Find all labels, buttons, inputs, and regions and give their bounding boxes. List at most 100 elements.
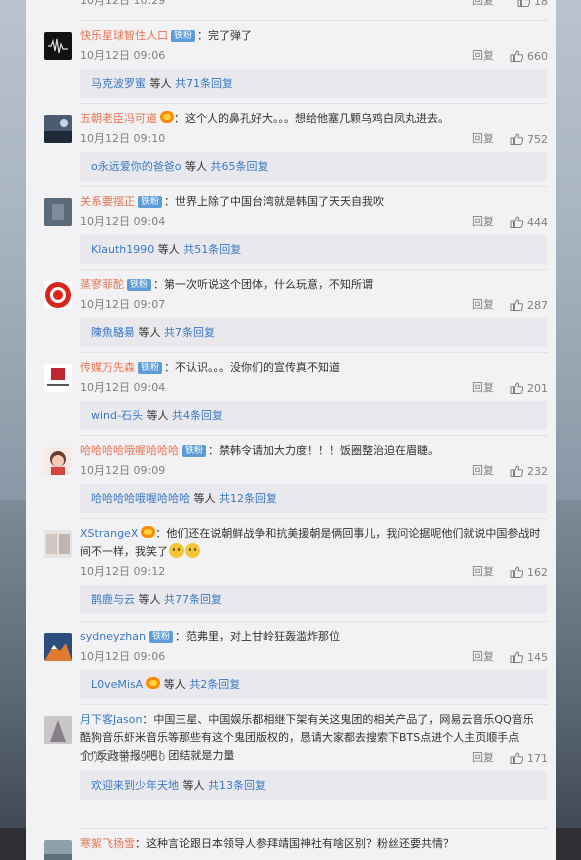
like-count: 145 — [527, 650, 548, 664]
sub-reply-total-link[interactable]: 共51条回复 — [183, 243, 241, 256]
avatar[interactable] — [44, 198, 72, 226]
like-button[interactable]: 201 — [510, 380, 548, 396]
sub-reply-total-link[interactable]: 共77条回复 — [164, 593, 222, 606]
reply-button[interactable]: 回复 — [472, 0, 494, 9]
sub-reply-username[interactable]: 欢迎来到少年天地 — [91, 779, 179, 792]
like-button[interactable]: 232 — [510, 463, 548, 479]
sub-replies-box[interactable]: 哈哈哈哈哦喔哈哈哈 等人 共12条回复 — [80, 484, 547, 513]
sub-reply-username[interactable]: 马克波罗蜜 — [91, 77, 146, 90]
sub-reply-username[interactable]: wind-石头 — [91, 409, 143, 422]
sub-reply-total-link[interactable]: 共2条回复 — [189, 678, 240, 691]
sub-replies-box[interactable]: 陳魚駱昜 等人 共7条回复 — [80, 318, 547, 347]
comment-username[interactable]: 哈哈哈哈哦喔哈哈哈 — [80, 444, 179, 457]
comment-username[interactable]: 月下客Jason — [80, 713, 142, 726]
sub-reply-middle: 等人 — [146, 77, 175, 90]
comment-username[interactable]: 蒸寥菲酡 — [80, 278, 124, 291]
reply-button[interactable]: 回复 — [472, 649, 494, 665]
sub-replies-box[interactable]: L0veMisA 等人 共2条回复 — [80, 670, 547, 699]
comment-username[interactable]: 寒絮飞扬雪 — [80, 837, 135, 850]
thumbs-up-icon — [510, 752, 523, 764]
sub-reply-total-link[interactable]: 共12条回复 — [219, 492, 277, 505]
fan-badge: 铁粉 — [148, 631, 173, 643]
avatar[interactable] — [44, 281, 72, 309]
like-button[interactable]: 162 — [510, 564, 548, 580]
sub-reply-username[interactable]: Klauth1990 — [91, 243, 154, 256]
avatar[interactable] — [44, 115, 72, 143]
comment-body: 关系要摆正 铁粉 ：世界上除了中国台湾就是韩国了天天自我吹 — [80, 193, 544, 211]
sub-replies-box[interactable]: 马克波罗蜜 等人 共71条回复 — [80, 69, 547, 98]
thumbs-up-icon — [510, 566, 523, 578]
reply-button[interactable]: 回复 — [472, 131, 494, 147]
like-button[interactable]: 752 — [510, 131, 548, 147]
reply-button[interactable]: 回复 — [472, 48, 494, 64]
sub-replies-box[interactable]: o永远爱你的爸爸o 等人 共65条回复 — [80, 152, 547, 181]
comment-username[interactable]: 五朝老臣冯可道 — [80, 112, 157, 125]
like-button[interactable]: 18 — [517, 0, 548, 9]
comment-text: ：这个人的鼻孔好大。。。想给他塞几颗乌鸡白凤丸进去。 — [174, 112, 449, 125]
sub-reply-total-link[interactable]: 共4条回复 — [172, 409, 223, 422]
like-button[interactable]: 171 — [510, 750, 548, 766]
avatar[interactable] — [44, 633, 72, 661]
comment-body: 五朝老臣冯可道 ：这个人的鼻孔好大。。。想给他塞几颗乌鸡白凤丸进去。 — [80, 110, 544, 128]
avatar[interactable] — [44, 716, 72, 744]
comment-divider — [79, 518, 548, 519]
comment-date: 10月12日 09:09 — [80, 464, 166, 477]
sub-reply-username[interactable]: 陳魚駱昜 — [91, 326, 135, 339]
comment-text: ：完了弹了 — [197, 29, 253, 42]
sub-replies-box[interactable]: wind-石头 等人 共4条回复 — [80, 401, 547, 430]
sub-reply-username[interactable]: o永远爱你的爸爸o — [91, 160, 181, 173]
vip-badge-icon — [146, 677, 161, 689]
comment-body: 哈哈哈哈哦喔哈哈哈 铁粉 ：禁韩令请加大力度！！！饭圈整治迫在眉睫。 — [80, 442, 544, 460]
sub-reply-middle: 等人 — [179, 779, 208, 792]
like-count: 232 — [527, 464, 548, 478]
avatar[interactable] — [44, 364, 72, 392]
sub-reply-username[interactable]: L0veMisA — [91, 678, 143, 691]
sub-replies-box[interactable]: 欢迎来到少年天地 等人 共13条回复 — [80, 771, 547, 800]
comment-username[interactable]: sydneyzhan — [80, 630, 146, 643]
like-button[interactable]: 660 — [510, 48, 548, 64]
like-count: 201 — [527, 381, 548, 395]
avatar[interactable] — [44, 530, 72, 558]
comment-username[interactable]: 快乐星球智住人口 — [80, 29, 168, 42]
comment-username[interactable]: 传媒万先森 — [80, 361, 135, 374]
sub-reply-username[interactable]: 哈哈哈哈哦喔哈哈哈 — [91, 492, 190, 505]
thumbs-up-icon — [510, 465, 523, 477]
sub-replies-box[interactable]: Klauth1990 等人 共51条回复 — [80, 235, 547, 264]
laugh-emoji-icon — [185, 543, 200, 558]
comment-divider — [79, 186, 548, 187]
avatar[interactable] — [44, 32, 72, 60]
reply-button[interactable]: 回复 — [472, 380, 494, 396]
comment-text: ：不认识。。。没你们的宣传真不知道 — [164, 361, 341, 374]
sub-reply-total-link[interactable]: 共65条回复 — [210, 160, 268, 173]
like-button[interactable]: 145 — [510, 649, 548, 665]
like-count: 660 — [527, 49, 548, 63]
reply-button[interactable]: 回复 — [472, 297, 494, 313]
sub-reply-total-link[interactable]: 共13条回复 — [208, 779, 266, 792]
avatar[interactable] — [44, 840, 72, 860]
comment-body: 快乐星球智住人口 铁粉 ：完了弹了 — [80, 27, 544, 45]
like-count: 444 — [527, 215, 548, 229]
fan-badge: 铁粉 — [138, 362, 163, 374]
sub-reply-total-link[interactable]: 共71条回复 — [175, 77, 233, 90]
comment-username[interactable]: XStrangeX — [80, 527, 138, 540]
reply-button[interactable]: 回复 — [472, 214, 494, 230]
sub-reply-username[interactable]: 鹊鹿与云 — [91, 593, 135, 606]
comment-username[interactable]: 关系要摆正 — [80, 195, 135, 208]
avatar[interactable] — [44, 447, 72, 475]
sub-reply-middle: 等人 — [160, 678, 190, 691]
reply-button[interactable]: 回复 — [472, 564, 494, 580]
reply-button[interactable]: 回复 — [472, 463, 494, 479]
comment-body: 传媒万先森 铁粉 ：不认识。。。没你们的宣传真不知道 — [80, 359, 544, 377]
comment-date: 10月12日 09:07 — [80, 298, 166, 311]
comment-text: ：禁韩令请加大力度！！！饭圈整治迫在眉睫。 — [208, 444, 440, 457]
thumbs-up-icon — [510, 216, 523, 228]
reply-button[interactable]: 回复 — [472, 750, 494, 766]
vip-badge-icon — [141, 526, 156, 538]
like-button[interactable]: 287 — [510, 297, 548, 313]
sub-reply-total-link[interactable]: 共7条回复 — [164, 326, 215, 339]
thumbs-up-icon — [510, 50, 523, 62]
like-button[interactable]: 444 — [510, 214, 548, 230]
comment-date: 10月12日 09:04 — [80, 381, 166, 394]
sub-replies-box[interactable]: 鹊鹿与云 等人 共77条回复 — [80, 585, 547, 614]
thumbs-up-icon — [510, 651, 523, 663]
